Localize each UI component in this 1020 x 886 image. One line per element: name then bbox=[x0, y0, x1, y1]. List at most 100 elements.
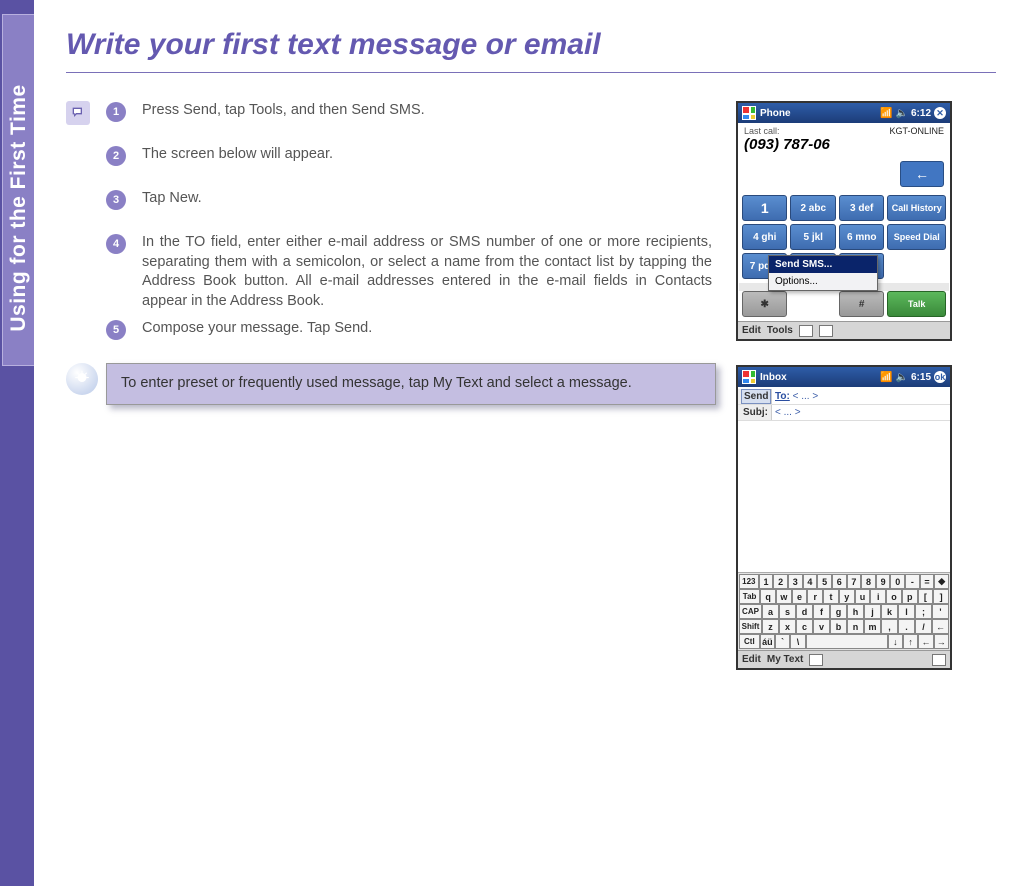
vkey[interactable]: q bbox=[760, 589, 776, 604]
key-star[interactable]: ✱ bbox=[742, 291, 787, 317]
vkey[interactable]: x bbox=[779, 619, 796, 634]
vkey[interactable]: ↑ bbox=[903, 634, 918, 649]
vkey[interactable]: v bbox=[813, 619, 830, 634]
signal-icon: 📶 bbox=[880, 372, 892, 383]
vkey[interactable]: m bbox=[864, 619, 881, 634]
vkey[interactable]: o bbox=[886, 589, 902, 604]
sip-icon[interactable] bbox=[799, 325, 813, 337]
vkey[interactable]: k bbox=[881, 604, 898, 619]
vkey[interactable]: \ bbox=[790, 634, 805, 649]
subj-value[interactable]: < ... > bbox=[772, 405, 950, 420]
vkey[interactable]: Ctl bbox=[739, 634, 760, 649]
vkey[interactable]: r bbox=[807, 589, 823, 604]
vkey[interactable]: ` bbox=[775, 634, 790, 649]
vkey[interactable]: 4 bbox=[803, 574, 818, 589]
ok-button[interactable]: ok bbox=[934, 371, 946, 383]
step-3: 3 Tap New. bbox=[106, 189, 716, 209]
vkey[interactable]: i bbox=[870, 589, 886, 604]
signal-icon: 📶 bbox=[880, 108, 892, 119]
manual-page: Using for the First Time Write your firs… bbox=[0, 0, 1020, 886]
key-3[interactable]: 3 def bbox=[839, 195, 884, 221]
abc-icon[interactable] bbox=[819, 325, 833, 337]
mytext-menu[interactable]: My Text bbox=[767, 654, 804, 665]
close-icon[interactable]: ✕ bbox=[934, 107, 946, 119]
vkey[interactable]: p bbox=[902, 589, 918, 604]
vkey[interactable]: → bbox=[934, 634, 949, 649]
sip-toggle-icon[interactable] bbox=[809, 654, 823, 666]
input-selector-icon[interactable] bbox=[932, 654, 946, 666]
inbox-title: Inbox bbox=[760, 372, 787, 383]
vkey[interactable]: ] bbox=[933, 589, 949, 604]
onscreen-keyboard: 1231234567890-=◆ Tabqwertyuiop[] CAPasdf… bbox=[738, 573, 950, 650]
compose-header: Send To: < ... > Subj: < ... > bbox=[738, 387, 950, 423]
vkey[interactable]: j bbox=[864, 604, 881, 619]
vkey[interactable]: = bbox=[920, 574, 935, 589]
key-2[interactable]: 2 abc bbox=[790, 195, 835, 221]
vkey[interactable]: u bbox=[855, 589, 871, 604]
call-history-button[interactable]: Call History bbox=[887, 195, 946, 221]
talk-button[interactable]: Talk bbox=[887, 291, 946, 317]
vkey[interactable]: 1 bbox=[759, 574, 774, 589]
send-button[interactable]: Send bbox=[738, 389, 772, 404]
key-1[interactable]: 1 bbox=[742, 195, 787, 221]
menu-options[interactable]: Options... bbox=[769, 273, 877, 290]
vkey[interactable]: . bbox=[898, 619, 915, 634]
vkey[interactable] bbox=[806, 634, 888, 649]
vkey[interactable]: - bbox=[905, 574, 920, 589]
vkey[interactable]: ← bbox=[932, 619, 949, 634]
vkey[interactable]: 9 bbox=[876, 574, 891, 589]
start-flag-icon[interactable] bbox=[742, 106, 756, 120]
vkey[interactable]: ; bbox=[915, 604, 932, 619]
backspace-button[interactable]: ← bbox=[900, 161, 944, 187]
key-5[interactable]: 5 jkl bbox=[790, 224, 835, 250]
vkey[interactable]: h bbox=[847, 604, 864, 619]
vkey[interactable]: [ bbox=[918, 589, 934, 604]
menu-send-sms[interactable]: Send SMS... bbox=[769, 256, 877, 273]
vkey[interactable]: 8 bbox=[861, 574, 876, 589]
vkey[interactable]: a bbox=[762, 604, 779, 619]
vkey[interactable]: 0 bbox=[890, 574, 905, 589]
vkey[interactable]: g bbox=[830, 604, 847, 619]
vkey[interactable]: d bbox=[796, 604, 813, 619]
vkey[interactable]: b bbox=[830, 619, 847, 634]
edit-menu[interactable]: Edit bbox=[742, 325, 761, 336]
vkey[interactable]: w bbox=[776, 589, 792, 604]
vkey[interactable]: f bbox=[813, 604, 830, 619]
vkey[interactable]: n bbox=[847, 619, 864, 634]
speed-dial-button[interactable]: Speed Dial bbox=[887, 224, 946, 250]
message-body[interactable] bbox=[738, 423, 950, 573]
vkey[interactable]: c bbox=[796, 619, 813, 634]
vkey[interactable]: z bbox=[762, 619, 779, 634]
vkey[interactable]: 7 bbox=[847, 574, 862, 589]
vkey[interactable]: s bbox=[779, 604, 796, 619]
vkey[interactable]: 3 bbox=[788, 574, 803, 589]
vkey[interactable]: 123 bbox=[739, 574, 759, 589]
key-6[interactable]: 6 mno bbox=[839, 224, 884, 250]
vkey[interactable]: áü bbox=[760, 634, 775, 649]
vkey[interactable]: 6 bbox=[832, 574, 847, 589]
vkey[interactable]: y bbox=[839, 589, 855, 604]
vkey[interactable]: 2 bbox=[773, 574, 788, 589]
vkey[interactable]: Tab bbox=[739, 589, 760, 604]
step-badge-5: 5 bbox=[106, 320, 126, 340]
vkey[interactable]: , bbox=[881, 619, 898, 634]
edit-menu[interactable]: Edit bbox=[742, 654, 761, 665]
to-label[interactable]: To: bbox=[775, 391, 790, 402]
vkey[interactable]: ↓ bbox=[888, 634, 903, 649]
vkey[interactable]: e bbox=[792, 589, 808, 604]
vkey[interactable]: Shift bbox=[739, 619, 762, 634]
vkey[interactable]: / bbox=[915, 619, 932, 634]
inbox-screenshot: Inbox 📶 🔈 6:15 ok Send To: < ... > bbox=[736, 365, 952, 670]
key-4[interactable]: 4 ghi bbox=[742, 224, 787, 250]
tools-menu-button[interactable]: Tools bbox=[767, 325, 793, 336]
vkey[interactable]: CAP bbox=[739, 604, 762, 619]
vkey[interactable]: t bbox=[823, 589, 839, 604]
vkey[interactable]: ◆ bbox=[934, 574, 949, 589]
vkey[interactable]: ' bbox=[932, 604, 949, 619]
key-hash[interactable]: # bbox=[839, 291, 884, 317]
start-flag-icon[interactable] bbox=[742, 370, 756, 384]
vkey[interactable]: 5 bbox=[817, 574, 832, 589]
to-value[interactable]: < ... > bbox=[793, 391, 819, 402]
vkey[interactable]: ← bbox=[918, 634, 933, 649]
vkey[interactable]: l bbox=[898, 604, 915, 619]
